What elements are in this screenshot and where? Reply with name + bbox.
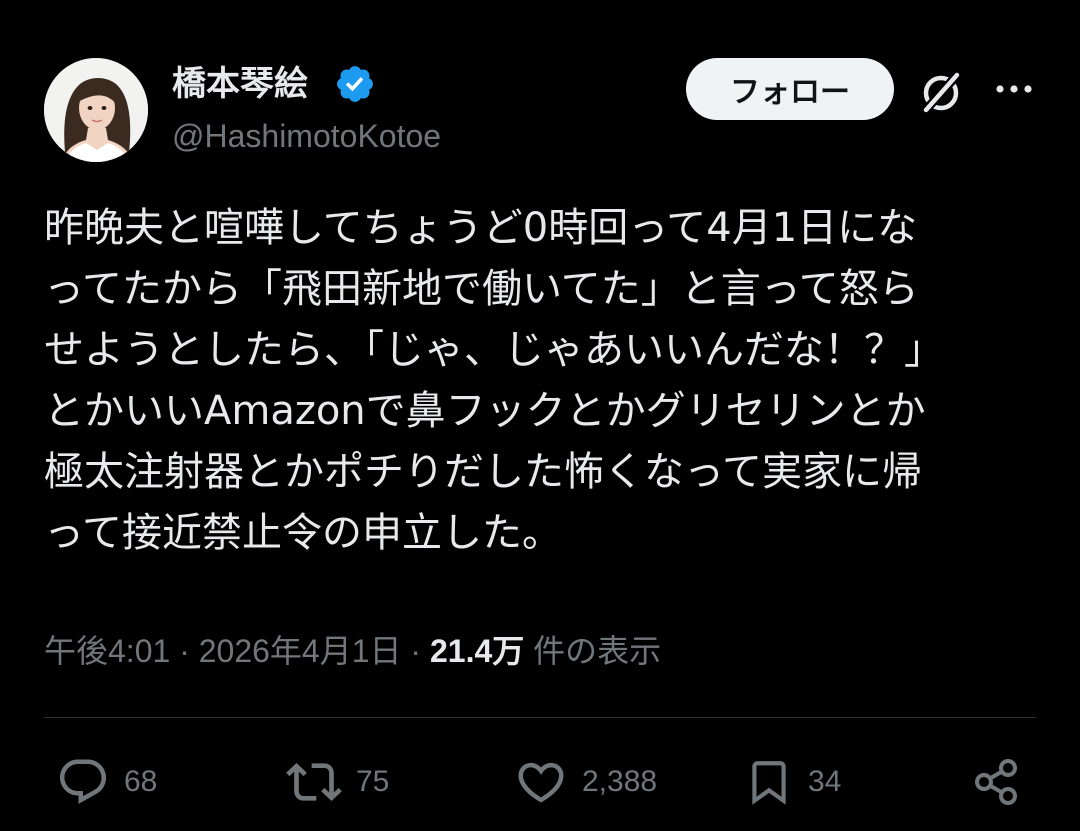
repost-button[interactable]: 75 bbox=[286, 752, 389, 812]
user-handle[interactable]: @HashimotoKotoe bbox=[172, 116, 441, 156]
repost-count: 75 bbox=[356, 765, 390, 798]
like-count: 2,388 bbox=[582, 765, 658, 798]
share-icon bbox=[975, 759, 1017, 805]
more-options-icon[interactable] bbox=[992, 76, 1036, 102]
tweet-text-line: って接近禁止令の申立した。 bbox=[44, 510, 562, 556]
grok-icon[interactable] bbox=[916, 68, 966, 118]
bookmark-count: 34 bbox=[808, 765, 842, 798]
tweet-text-line: 昨晩夫と喧嘩してちょうど0時回って4月1日にな bbox=[44, 205, 918, 251]
heart-icon bbox=[518, 762, 564, 803]
tweet-text: 昨晩夫と喧嘩してちょうど0時回って4月1日にな ってたから「飛田新地で働いてた」… bbox=[44, 198, 1044, 564]
bookmark-icon bbox=[752, 761, 786, 805]
follow-button[interactable]: フォロー bbox=[686, 58, 894, 120]
tweet-time[interactable]: 午後4:01 bbox=[44, 633, 170, 669]
avatar-image bbox=[44, 58, 148, 162]
tweet-date[interactable]: 2026年4月1日 bbox=[199, 633, 402, 669]
tweet-text-line: せようとしたら、「じゃ、じゃあいいんだな！？」 bbox=[44, 327, 944, 373]
views-count[interactable]: 21.4万 bbox=[430, 633, 524, 669]
divider bbox=[44, 717, 1036, 718]
reply-icon bbox=[59, 759, 107, 804]
tweet-text-line: ってたから「飛田新地で働いてた」と言って怒ら bbox=[44, 266, 919, 312]
reply-count: 68 bbox=[124, 765, 158, 798]
repost-icon bbox=[286, 763, 342, 801]
views-label: 件の表示 bbox=[533, 633, 662, 669]
reply-button[interactable]: 68 bbox=[56, 752, 157, 812]
verified-badge-icon bbox=[337, 66, 373, 102]
avatar[interactable] bbox=[44, 58, 148, 162]
tweet-text-line: 極太注射器とかポチりだした怖くなって実家に帰 bbox=[44, 449, 922, 495]
like-button[interactable]: 2,388 bbox=[514, 752, 657, 812]
bookmark-button[interactable]: 34 bbox=[744, 752, 841, 812]
tweet-meta: 午後4:01 · 2026年4月1日 · 21.4万 件の表示 bbox=[44, 626, 661, 676]
tweet-text-line: とかいいAmazonで鼻フックとかグリセリンとか bbox=[44, 388, 926, 434]
meta-separator: · bbox=[410, 633, 422, 669]
share-button[interactable] bbox=[970, 752, 1022, 812]
display-name[interactable]: 橋本琴絵 bbox=[172, 62, 308, 106]
meta-separator: · bbox=[179, 633, 190, 669]
